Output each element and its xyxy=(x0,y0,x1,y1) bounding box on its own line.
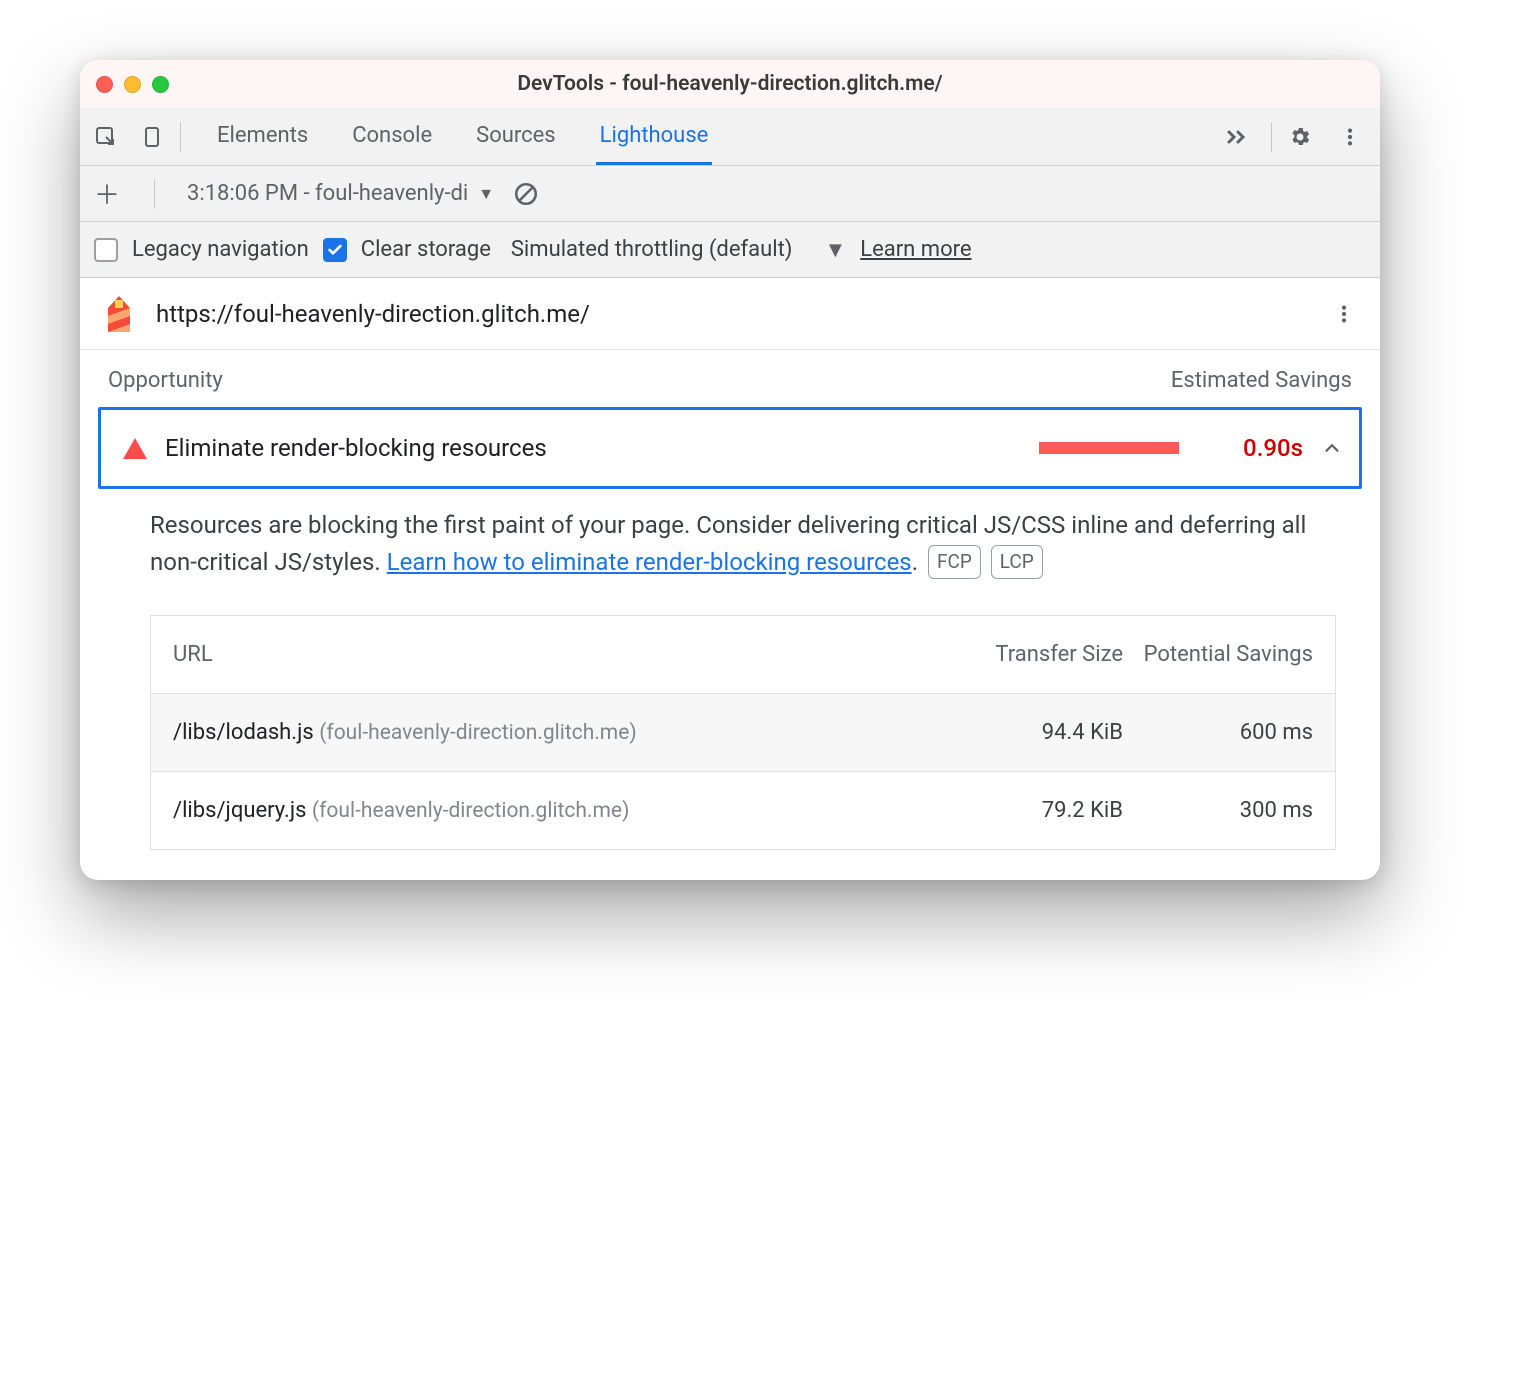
opportunity-column-label: Opportunity xyxy=(108,368,223,393)
lighthouse-logo-icon xyxy=(102,294,136,334)
chevron-up-icon[interactable] xyxy=(1321,437,1343,459)
transfer-size: 79.2 KiB xyxy=(953,798,1123,823)
lighthouse-report-toolbar: ＋ 3:18:06 PM - foul-heavenly-di ▼ xyxy=(80,166,1380,222)
window-titlebar: DevTools - foul-heavenly-direction.glitc… xyxy=(80,60,1380,108)
potential-savings: 600 ms xyxy=(1123,720,1313,745)
maximize-icon[interactable] xyxy=(152,76,169,93)
col-savings: Potential Savings xyxy=(1123,642,1313,667)
traffic-lights xyxy=(96,76,169,93)
report-selector[interactable]: 3:18:06 PM - foul-heavenly-di ▼ xyxy=(187,181,494,206)
audit-eliminate-render-blocking[interactable]: Eliminate render-blocking resources 0.90… xyxy=(98,407,1362,489)
close-icon[interactable] xyxy=(96,76,113,93)
device-toolbar-icon[interactable] xyxy=(138,123,166,151)
inspect-element-icon[interactable] xyxy=(92,123,120,151)
legacy-navigation-checkbox[interactable] xyxy=(94,238,118,262)
legacy-navigation-label: Legacy navigation xyxy=(132,237,309,262)
kebab-menu-icon[interactable] xyxy=(1336,123,1364,151)
transfer-size: 94.4 KiB xyxy=(953,720,1123,745)
throttling-label: Simulated throttling (default) xyxy=(511,237,793,262)
learn-more-link[interactable]: Learn more xyxy=(860,237,971,262)
resource-path[interactable]: /libs/jquery.js xyxy=(173,798,306,823)
report-selector-label: 3:18:06 PM - foul-heavenly-di xyxy=(187,181,468,206)
opportunities-header: Opportunity Estimated Savings xyxy=(80,350,1380,403)
window-title: DevTools - foul-heavenly-direction.glitc… xyxy=(80,72,1380,96)
clear-icon[interactable] xyxy=(512,180,540,208)
separator xyxy=(1271,122,1272,152)
tab-strip: Elements Console Sources Lighthouse xyxy=(213,109,1217,165)
audit-title: Eliminate render-blocking resources xyxy=(165,434,1021,462)
tab-sources[interactable]: Sources xyxy=(472,109,560,165)
col-url: URL xyxy=(173,642,953,667)
report-menu-icon[interactable] xyxy=(1330,300,1358,328)
resource-host: (foul-heavenly-direction.glitch.me) xyxy=(319,721,636,745)
tab-elements[interactable]: Elements xyxy=(213,109,312,165)
lighthouse-settings-bar: Legacy navigation Clear storage Simulate… xyxy=(80,222,1380,278)
savings-bar xyxy=(1039,442,1179,454)
audit-description: Resources are blocking the first paint o… xyxy=(80,503,1380,581)
minimize-icon[interactable] xyxy=(124,76,141,93)
table-row: /libs/lodash.js (foul-heavenly-direction… xyxy=(151,693,1335,771)
clear-storage-checkbox[interactable] xyxy=(323,238,347,262)
metric-chip-lcp: LCP xyxy=(991,545,1043,578)
estimated-savings-column-label: Estimated Savings xyxy=(1171,368,1352,393)
audit-description-after: . xyxy=(912,548,918,576)
tab-lighthouse[interactable]: Lighthouse xyxy=(596,109,713,165)
resource-host: (foul-heavenly-direction.glitch.me) xyxy=(312,799,629,823)
metric-chip-fcp: FCP xyxy=(928,545,981,578)
chevron-down-icon[interactable]: ▼ xyxy=(824,237,846,263)
resource-path[interactable]: /libs/lodash.js xyxy=(173,720,314,745)
more-tabs-icon[interactable] xyxy=(1217,128,1257,146)
table-row: /libs/jquery.js (foul-heavenly-direction… xyxy=(151,771,1335,849)
audit-details-table: URL Transfer Size Potential Savings /lib… xyxy=(150,615,1336,850)
chevron-down-icon: ▼ xyxy=(478,184,494,204)
report-url: https://foul-heavenly-direction.glitch.m… xyxy=(156,300,1310,328)
potential-savings: 300 ms xyxy=(1123,798,1313,823)
gear-icon[interactable] xyxy=(1286,123,1314,151)
audit-savings-value: 0.90s xyxy=(1223,434,1303,462)
clear-storage-label: Clear storage xyxy=(361,237,491,262)
fail-triangle-icon xyxy=(123,438,147,459)
new-report-button[interactable]: ＋ xyxy=(92,175,122,212)
tab-console[interactable]: Console xyxy=(348,109,436,165)
separator xyxy=(154,179,155,209)
devtools-window: DevTools - foul-heavenly-direction.glitc… xyxy=(80,60,1380,880)
audit-description-link[interactable]: Learn how to eliminate render-blocking r… xyxy=(387,548,912,576)
devtools-tabs-bar: Elements Console Sources Lighthouse xyxy=(80,108,1380,166)
col-size: Transfer Size xyxy=(953,642,1123,667)
separator xyxy=(180,122,181,152)
report-url-bar: https://foul-heavenly-direction.glitch.m… xyxy=(80,278,1380,350)
table-header-row: URL Transfer Size Potential Savings xyxy=(151,616,1335,693)
